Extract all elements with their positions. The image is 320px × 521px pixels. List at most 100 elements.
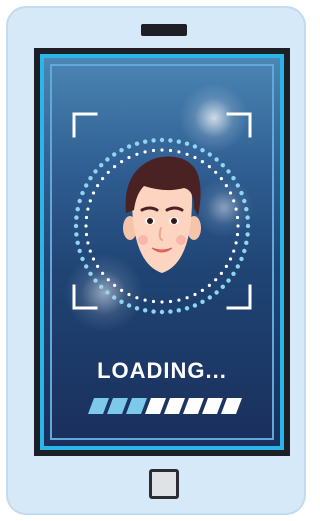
- ring-dot: [200, 148, 205, 153]
- ring-dot: [245, 223, 251, 229]
- loading-label: LOADING...: [97, 358, 227, 383]
- ring-dot: [105, 157, 110, 162]
- ring-dot: [143, 298, 147, 302]
- ring-dot: [119, 299, 124, 304]
- progress-segment-empty: [221, 398, 242, 414]
- ring-dot: [84, 224, 88, 228]
- ring-dot: [84, 215, 89, 220]
- ring-dot: [99, 284, 104, 289]
- progress-segment-filled: [107, 398, 128, 414]
- progress-segment-filled: [88, 398, 109, 414]
- ring-dot: [84, 183, 89, 188]
- ring-dot: [207, 283, 211, 287]
- ring-dot: [236, 224, 240, 228]
- ring-dot: [134, 306, 140, 311]
- ring-dot: [207, 295, 212, 300]
- ring-dot: [200, 299, 205, 304]
- ring-dot: [88, 271, 93, 276]
- ring-dot: [207, 165, 211, 169]
- ring-dot: [226, 278, 231, 283]
- ring-dot: [242, 198, 247, 204]
- ring-dot: [232, 249, 236, 253]
- ring-dot: [101, 271, 105, 275]
- ring-dot: [159, 137, 165, 143]
- ring-dot: [84, 232, 89, 237]
- ring-dot: [77, 198, 82, 204]
- ring-dot: [234, 241, 238, 245]
- ring-dot: [134, 141, 140, 146]
- ring-dot: [239, 190, 244, 196]
- ring-dot: [214, 290, 219, 295]
- ring-dot: [232, 199, 236, 203]
- ring-dot: [119, 148, 124, 153]
- ring-dot: [185, 296, 189, 300]
- progress-segment-empty: [145, 398, 166, 414]
- ring-dot: [126, 303, 132, 308]
- ring-dot: [127, 155, 131, 160]
- ring-dot: [99, 163, 104, 168]
- ring-dot: [151, 309, 156, 314]
- ring-dot: [75, 240, 80, 245]
- ring-dot: [135, 152, 139, 156]
- ring-dot: [135, 296, 139, 300]
- ring-dot: [93, 278, 98, 283]
- ring-dot: [193, 155, 197, 160]
- ring-dot: [91, 257, 96, 261]
- ring-dot: [220, 284, 225, 289]
- ring-dot: [88, 249, 92, 253]
- ring-dot: [176, 139, 181, 144]
- ring-dot: [184, 141, 190, 146]
- ring-dot: [235, 183, 240, 188]
- ring-dot: [106, 170, 110, 174]
- ring-dot: [86, 241, 90, 245]
- phone-screen: LOADING...: [40, 54, 284, 450]
- ring-dot: [86, 207, 90, 211]
- loading-progress-bar: [88, 398, 242, 414]
- ring-dot: [200, 288, 204, 292]
- face-portrait-icon: [123, 156, 201, 273]
- ring-dot: [93, 169, 98, 174]
- ring-dot: [143, 308, 148, 313]
- ring-dot: [214, 170, 218, 174]
- ring-dot: [245, 232, 250, 237]
- progress-segment-empty: [164, 398, 185, 414]
- ring-dot: [226, 169, 231, 174]
- ring-dot: [91, 191, 96, 195]
- ring-dot: [234, 207, 238, 211]
- ring-dot: [75, 207, 80, 212]
- ring-dot: [151, 148, 156, 153]
- ring-dot: [228, 257, 233, 261]
- ring-dot: [177, 150, 181, 154]
- ring-dot: [214, 278, 218, 282]
- ring-dot: [239, 256, 244, 262]
- ring-dot: [112, 295, 117, 300]
- ring-dot: [113, 165, 117, 169]
- ring-dot: [244, 240, 249, 245]
- ring-dot: [184, 306, 190, 311]
- ring-dot: [77, 248, 82, 254]
- ring-dot: [96, 184, 100, 188]
- ring-dot: [200, 160, 204, 164]
- ring-dot: [126, 144, 132, 149]
- ring-dot: [160, 300, 164, 304]
- phone-bezel: LOADING...: [34, 48, 290, 456]
- progress-segment-empty: [202, 398, 223, 414]
- face-scan-graphic: [72, 112, 252, 315]
- ring-dot: [168, 309, 173, 314]
- ring-dot: [120, 160, 124, 164]
- ring-dot: [151, 138, 156, 143]
- ring-dot: [168, 148, 173, 153]
- ring-dot: [185, 152, 189, 156]
- ring-dot: [74, 232, 79, 237]
- ring-dot: [113, 283, 117, 287]
- ring-dot: [80, 256, 85, 262]
- ring-dot: [235, 215, 240, 220]
- ring-dot: [168, 138, 173, 143]
- ring-dot: [219, 177, 223, 181]
- ring-dot: [235, 264, 240, 269]
- ring-dot: [106, 278, 110, 282]
- ring-dot: [177, 298, 181, 302]
- progress-segment-filled: [126, 398, 147, 414]
- home-button[interactable]: [149, 469, 179, 499]
- ring-dot: [207, 152, 212, 157]
